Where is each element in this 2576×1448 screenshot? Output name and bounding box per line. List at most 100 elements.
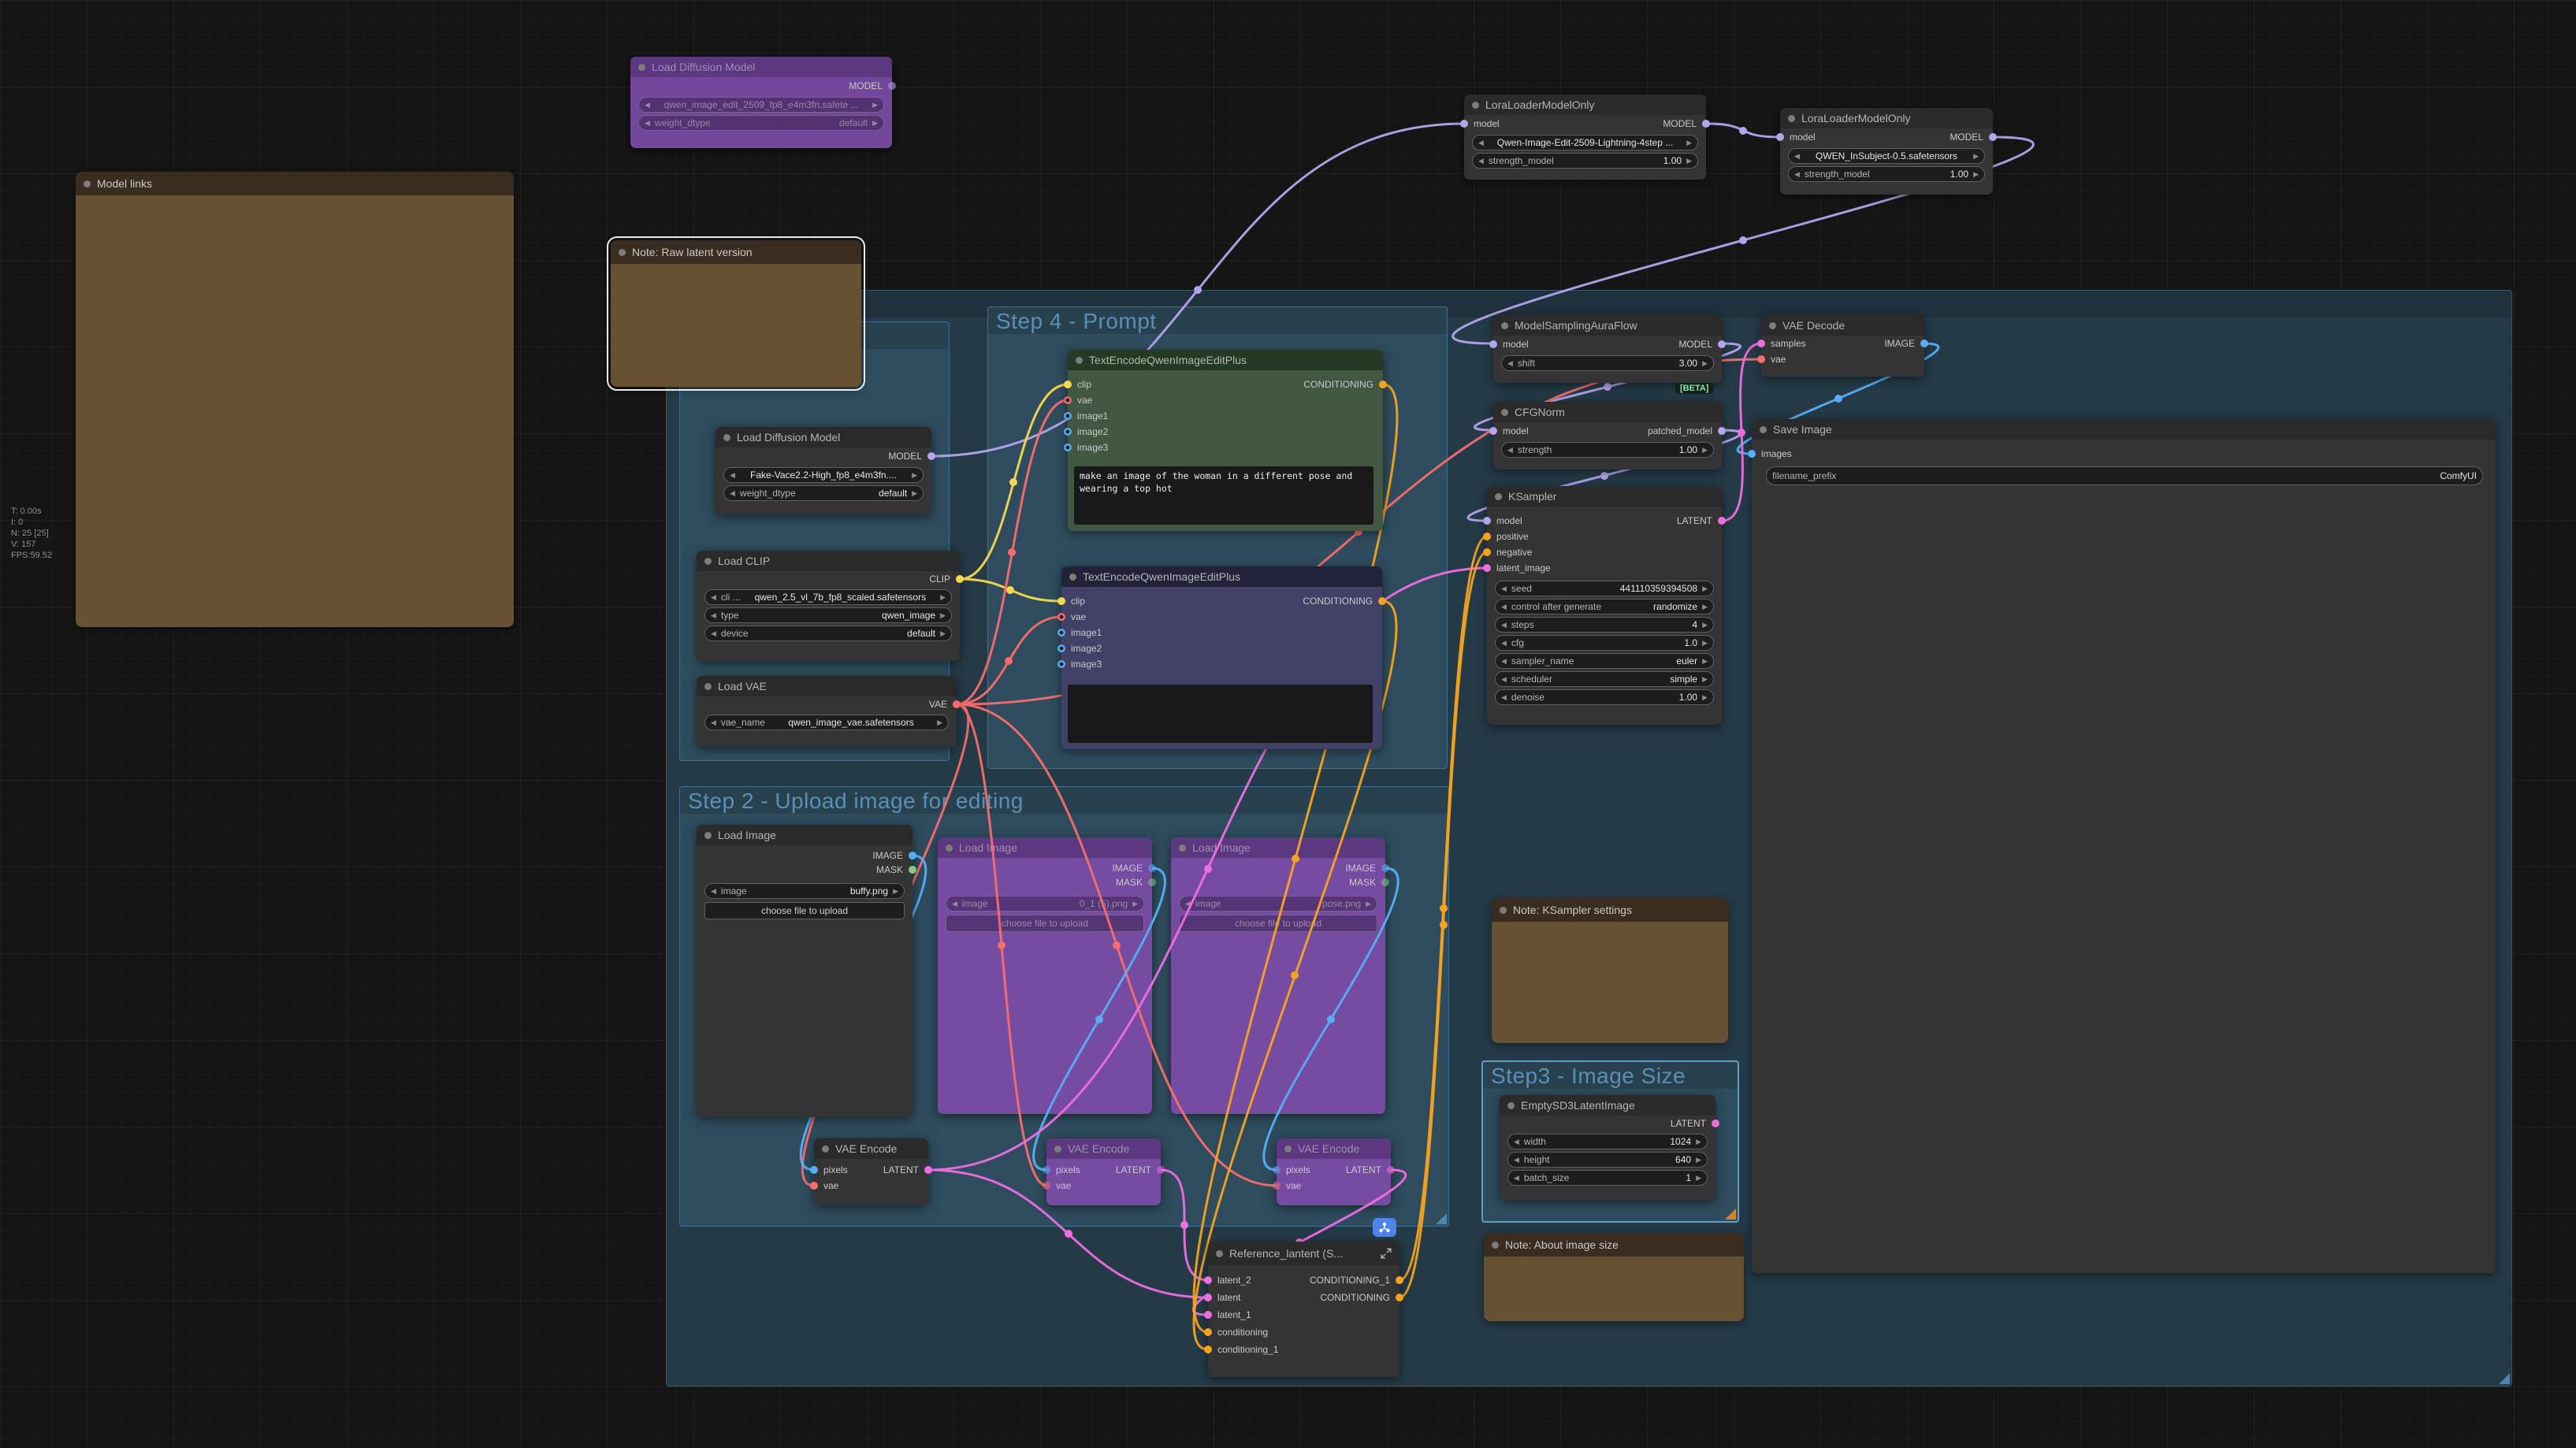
input-port-model[interactable] [1489, 340, 1497, 348]
input-port-positive[interactable] [1483, 533, 1491, 540]
node-load-vae[interactable]: Load VAE VAE ◀ vae_nameqwen_image_vae.sa… [697, 676, 957, 747]
output-port-conditioning[interactable] [1396, 1294, 1403, 1301]
graph-canvas[interactable]: Step 4 - Prompt Step 2 - Upload image fo… [0, 0, 2576, 1448]
lora-name-combo[interactable]: ◀ Qwen-Image-Edit-2509-Lightning-4step .… [1472, 135, 1698, 150]
choose-file-button[interactable]: choose file to upload [946, 915, 1144, 932]
collapse-dot-icon[interactable] [619, 249, 626, 256]
output-port-model[interactable] [1702, 120, 1710, 128]
output-port-model[interactable] [927, 452, 935, 460]
note-ksampler-settings-header[interactable]: Note: KSampler settings [1492, 898, 1728, 922]
node-header[interactable]: Load Diffusion Model [630, 57, 892, 77]
node-header[interactable]: VAE Encode [1046, 1138, 1161, 1159]
input-port-model[interactable] [1460, 120, 1468, 128]
filename-prefix-widget[interactable]: filename_prefixComfyUI [1766, 466, 2483, 485]
seed-widget[interactable]: ◀ seed441110359394508▶ [1495, 581, 1714, 596]
input-port-pixels[interactable] [1043, 1166, 1050, 1174]
strength-model-widget[interactable]: ◀ strength_model1.00▶ [1788, 166, 1985, 182]
node-model-sampling-auraflow[interactable]: ModelSamplingAuraFlow model MODEL ◀ shif… [1493, 315, 1722, 383]
collapse-dot-icon[interactable] [946, 845, 953, 852]
node-header[interactable]: VAE Encode [1277, 1138, 1391, 1159]
node-vae-decode[interactable]: VAE Decode samples IMAGE vae [1761, 315, 1924, 377]
input-port-images[interactable] [1748, 450, 1756, 458]
node-header[interactable]: Load VAE [697, 676, 957, 696]
collapse-dot-icon[interactable] [1501, 322, 1508, 329]
collapse-dot-icon[interactable] [1179, 845, 1186, 852]
node-header[interactable]: TextEncodeQwenImageEditPlus [1068, 350, 1383, 370]
input-port-conditioning[interactable] [1204, 1328, 1212, 1336]
node-vae-encode-2-bypassed[interactable]: VAE Encode pixels LATENT vae [1046, 1138, 1161, 1205]
scheduler-widget[interactable]: ◀ schedulersimple▶ [1495, 671, 1714, 687]
collapse-dot-icon[interactable] [1495, 493, 1502, 500]
output-port-model[interactable] [1718, 340, 1726, 348]
weight-dtype-combo[interactable]: ◀ weight_dtypedefault▶ [638, 115, 884, 131]
strength-model-widget[interactable]: ◀ strength_model1.00▶ [1472, 153, 1698, 169]
input-port-image1[interactable] [1058, 629, 1065, 637]
node-header[interactable]: ModelSamplingAuraFlow [1493, 315, 1722, 336]
node-header[interactable]: Reference_lantent (S... [1208, 1242, 1400, 1265]
height-widget[interactable]: ◀ height640▶ [1507, 1152, 1708, 1168]
note-raw-latent-header[interactable]: Note: Raw latent version [611, 240, 861, 264]
node-save-image[interactable]: Save Image images filename_prefixComfyUI [1752, 419, 2496, 1273]
input-port-vae[interactable] [1273, 1182, 1281, 1190]
collapse-dot-icon[interactable] [1216, 1250, 1223, 1257]
node-header[interactable]: LoraLoaderModelOnly [1780, 108, 1993, 128]
node-cfgnorm[interactable]: CFGNorm model patched_model ◀ strength1.… [1493, 402, 1722, 470]
node-reference-latent-subgraph[interactable]: Reference_lantent (S... latent_2 CONDITI… [1208, 1242, 1400, 1377]
output-port-conditioning[interactable] [1379, 381, 1387, 388]
node-header[interactable]: LoraLoaderModelOnly [1464, 95, 1706, 115]
collapse-dot-icon[interactable] [1492, 1242, 1499, 1249]
input-port-image1[interactable] [1064, 412, 1072, 420]
batch-size-widget[interactable]: ◀ batch_size1▶ [1507, 1170, 1708, 1186]
vae-name-combo[interactable]: ◀ vae_nameqwen_image_vae.safetensors▶ [704, 715, 949, 730]
node-lora-loader-1[interactable]: LoraLoaderModelOnly model MODEL ◀ Qwen-I… [1464, 95, 1706, 180]
note-ksampler-settings[interactable]: Note: KSampler settings [1492, 898, 1728, 1043]
node-empty-sd3-latent[interactable]: EmptySD3LatentImage LATENT ◀ width1024▶ … [1500, 1095, 1715, 1201]
clip-type-combo[interactable]: ◀ typeqwen_image▶ [704, 607, 952, 623]
denoise-widget[interactable]: ◀ denoise1.00▶ [1495, 689, 1714, 705]
cfg-widget[interactable]: ◀ cfg1.0▶ [1495, 635, 1714, 651]
collapse-dot-icon[interactable] [1284, 1145, 1292, 1153]
output-port-latent[interactable] [924, 1166, 932, 1174]
node-load-diffusion-model-bypassed[interactable]: Load Diffusion Model MODEL ◀ qwen_image_… [630, 57, 892, 148]
subgraph-badge-icon[interactable] [1373, 1218, 1396, 1237]
input-port-latent-2[interactable] [1204, 1276, 1212, 1284]
collapse-dot-icon[interactable] [1076, 357, 1083, 364]
note-model-links[interactable]: Model links [76, 172, 514, 627]
collapse-dot-icon[interactable] [1507, 1102, 1515, 1109]
collapse-dot-icon[interactable] [1500, 907, 1507, 914]
node-header[interactable]: Load Image [938, 837, 1152, 858]
input-port-image2[interactable] [1064, 428, 1072, 436]
collapse-dot-icon[interactable] [84, 180, 91, 187]
node-header[interactable]: Load Image [1171, 837, 1385, 858]
input-port-model[interactable] [1483, 517, 1491, 525]
node-vae-encode-3-bypassed[interactable]: VAE Encode pixels LATENT vae [1277, 1138, 1391, 1205]
output-port-latent[interactable] [1712, 1119, 1719, 1127]
note-about-image-size-header[interactable]: Note: About image size [1484, 1233, 1744, 1257]
node-header[interactable]: Load Image [697, 825, 913, 845]
input-port-negative[interactable] [1483, 548, 1491, 556]
collapse-dot-icon[interactable] [1472, 102, 1479, 109]
group-step3-resize-handle[interactable] [1725, 1209, 1736, 1220]
input-port-latent-1[interactable] [1204, 1311, 1212, 1319]
input-port-pixels[interactable] [810, 1166, 818, 1174]
unet-name-combo[interactable]: ◀ qwen_image_edit_2509_fp8_e4m3fn.safete… [638, 97, 884, 113]
note-about-image-size[interactable]: Note: About image size [1484, 1233, 1744, 1321]
input-port-vae[interactable] [1064, 396, 1072, 404]
node-load-diffusion-model[interactable]: Load Diffusion Model MODEL ◀ Fake-Vace2.… [716, 427, 931, 515]
expand-subgraph-icon[interactable] [1381, 1248, 1392, 1259]
output-port-vae[interactable] [953, 700, 961, 708]
collapse-dot-icon[interactable] [822, 1145, 829, 1153]
output-port-image[interactable] [1381, 864, 1389, 872]
node-load-image-2-bypassed[interactable]: Load Image IMAGE MASK ◀ image0_1 (5).png… [938, 837, 1152, 1114]
node-header[interactable]: EmptySD3LatentImage [1500, 1095, 1715, 1116]
node-header[interactable]: KSampler [1487, 486, 1722, 507]
node-header[interactable]: CFGNorm [1493, 402, 1722, 422]
input-port-model[interactable] [1489, 427, 1497, 435]
output-port-patched-model[interactable] [1718, 427, 1726, 435]
node-header[interactable]: Load Diffusion Model [716, 427, 931, 447]
width-widget[interactable]: ◀ width1024▶ [1507, 1134, 1708, 1149]
collapse-dot-icon[interactable] [704, 683, 712, 690]
image-combo[interactable]: ◀ imagebuffy.png▶ [704, 883, 905, 899]
unet-name-combo[interactable]: ◀ Fake-Vace2.2-High_fp8_e4m3fn....▶ [723, 467, 924, 483]
lora-name-combo[interactable]: ◀ QWEN_InSubject-0.5.safetensors▶ [1788, 148, 1985, 164]
